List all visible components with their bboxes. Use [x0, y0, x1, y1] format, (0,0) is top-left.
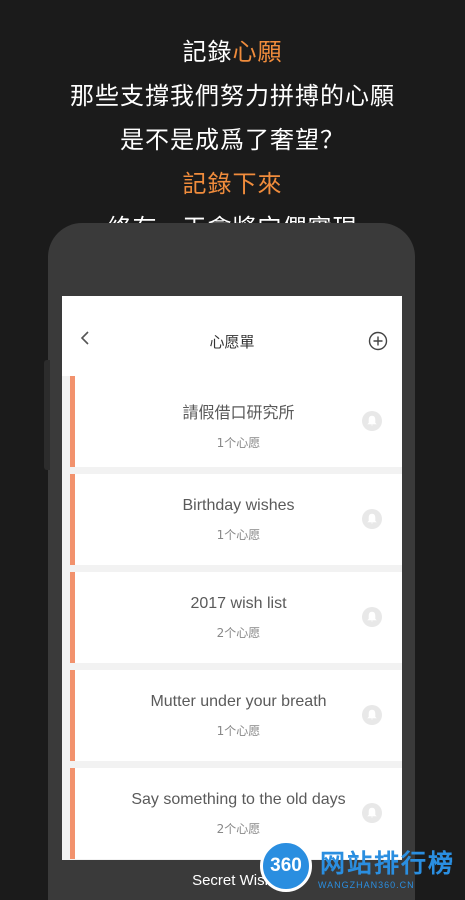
nav-bar: 心愿單	[62, 296, 402, 376]
promo-line-3: 是不是成爲了奢望？	[120, 126, 345, 154]
bell-icon[interactable]	[362, 411, 382, 431]
wish-list: 請假借口研究所 1个心愿 Birthday wishes 1个心愿 2017 w…	[62, 376, 402, 859]
app-screen: 心愿單 請假借口研究所 1个心愿 Birthday wishes 1个心愿 20…	[62, 296, 402, 860]
list-item[interactable]: 2017 wish list 2个心愿	[70, 572, 402, 663]
list-item-name: Mutter under your breath	[150, 693, 327, 710]
list-item-count: 1个心愿	[216, 528, 261, 542]
bell-icon[interactable]	[362, 705, 382, 725]
list-item[interactable]: Birthday wishes 1个心愿	[70, 474, 402, 565]
watermark: 360 网站排行榜 WANGZHAN360.CN	[258, 838, 463, 898]
list-item-name: Birthday wishes	[182, 497, 295, 514]
watermark-text: 网站排行榜	[320, 849, 456, 878]
phone-side-button	[44, 360, 50, 470]
list-item-count: 2个心愿	[216, 822, 261, 836]
promo-line-1-accent: 心願	[232, 38, 283, 66]
list-item-count: 1个心愿	[216, 436, 261, 450]
promo-line-2: 那些支撐我們努力拼搏的心願	[70, 82, 395, 110]
back-arrow-icon[interactable]	[78, 330, 92, 345]
list-item-name: Say something to the old days	[131, 791, 346, 808]
list-item-count: 2个心愿	[216, 626, 261, 640]
watermark-subtext: WANGZHAN360.CN	[318, 880, 415, 890]
bell-icon[interactable]	[362, 607, 382, 627]
watermark-logo: 360	[260, 840, 312, 892]
page-title: 心愿單	[209, 332, 255, 351]
promo-line-4: 記錄下來	[182, 170, 283, 198]
add-circle-icon[interactable]	[368, 331, 388, 351]
bell-icon[interactable]	[362, 803, 382, 823]
promo-line-1: 記錄心願	[0, 30, 465, 74]
list-item-count: 1个心愿	[216, 724, 261, 738]
promo-text: 記錄心願 那些支撐我們努力拼搏的心願 是不是成爲了奢望？ 記錄下來 終有一天會將…	[0, 30, 465, 250]
list-item-name: 2017 wish list	[190, 595, 287, 612]
list-item[interactable]: Mutter under your breath 1个心愿	[70, 670, 402, 761]
promo-line-1-prefix: 記錄	[182, 38, 233, 66]
list-item[interactable]: 請假借口研究所 1个心愿	[70, 376, 402, 467]
list-item-name: 請假借口研究所	[182, 405, 295, 422]
bell-icon[interactable]	[362, 509, 382, 529]
